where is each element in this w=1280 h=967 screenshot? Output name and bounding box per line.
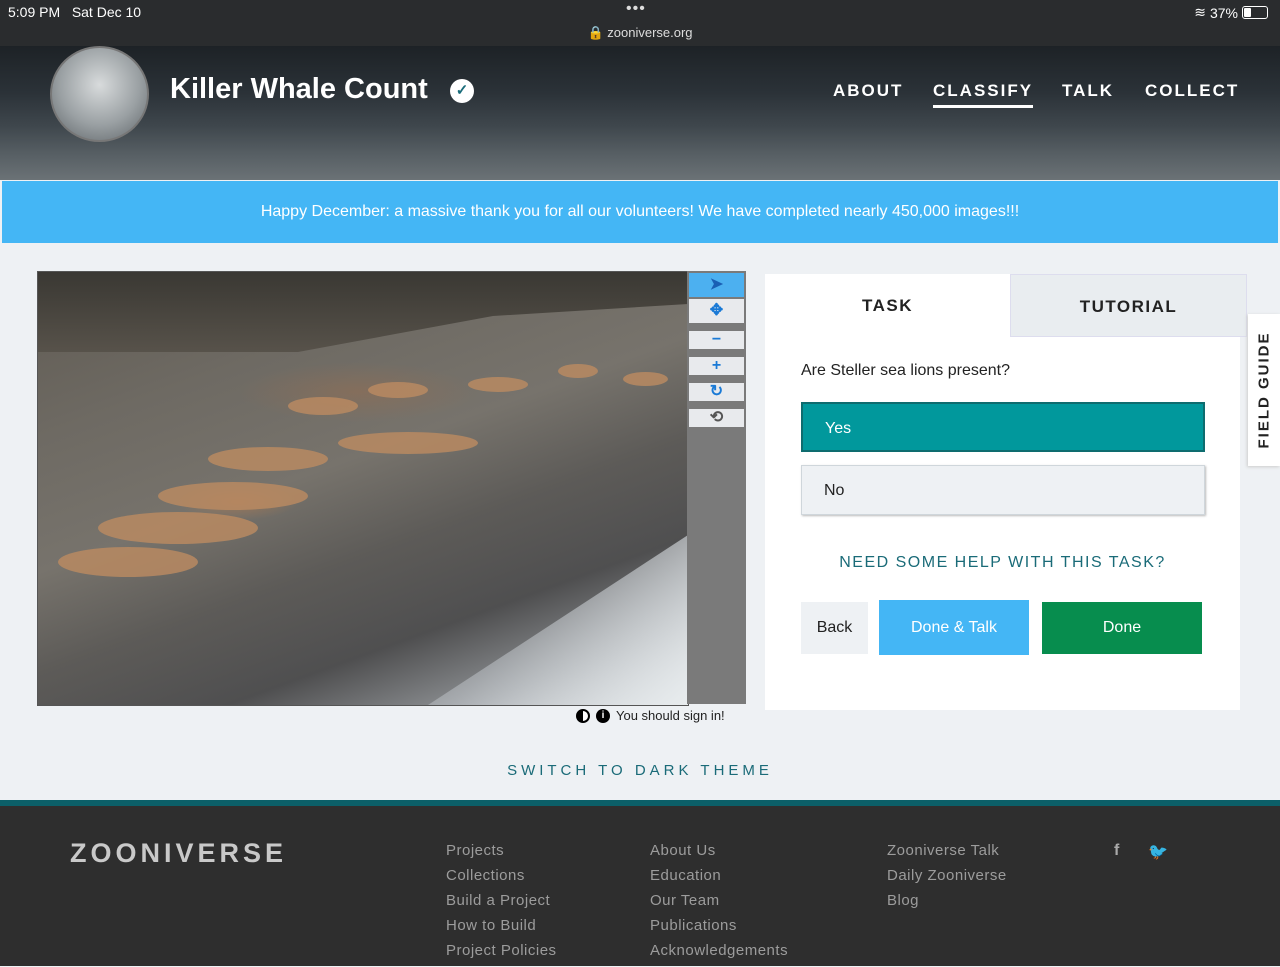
footer-column-2: About Us Education Our Team Publications… [650,842,788,967]
invert-contrast-icon[interactable] [576,708,590,723]
sea-lion [468,377,528,392]
rotate-icon[interactable]: ↻ [689,383,744,401]
footer-link[interactable]: How to Build [446,917,557,942]
battery-indicator: ≋ 37% [1194,4,1268,21]
signin-notice: i You should sign in! [576,708,725,723]
info-icon[interactable]: i [596,708,610,723]
footer-link[interactable]: Project Policies [446,942,557,967]
image-toolbar: ➤ ✥ − + ↻ ⟲ [687,271,746,704]
task-question: Are Steller sea lions present? [801,362,1010,379]
surf-region [428,535,688,705]
sea-lion [208,447,328,471]
field-guide-tab[interactable]: FIELD GUIDE [1248,314,1280,466]
site-footer: ZOONIVERSE Projects Collections Build a … [0,800,1280,966]
pointer-icon[interactable]: ➤ [689,273,744,297]
footer-link[interactable]: Acknowledgements [650,942,788,967]
back-button[interactable]: Back [801,602,868,654]
status-time: 5:09 PM Sat Dec 10 [8,4,142,20]
tab-tutorial[interactable]: TUTORIAL [1010,274,1247,337]
project-title[interactable]: Killer Whale Count [170,73,428,106]
footer-link[interactable]: Daily Zooniverse [887,867,1007,892]
sea-lion [623,372,668,386]
footer-column-3: Zooniverse Talk Daily Zooniverse Blog [887,842,1007,917]
address-bar[interactable]: 🔒 zooniverse.org [0,25,1280,41]
tab-task[interactable]: TASK [765,274,1010,337]
footer-column-1: Projects Collections Build a Project How… [446,842,557,967]
facebook-icon[interactable]: f [1114,842,1119,860]
footer-link[interactable]: Collections [446,867,557,892]
footer-link[interactable]: Build a Project [446,892,557,917]
footer-link[interactable]: Projects [446,842,557,867]
project-avatar[interactable] [50,46,149,142]
move-icon[interactable]: ✥ [689,299,744,323]
rocks-region [38,272,688,352]
answer-no[interactable]: No [801,465,1205,515]
nav-talk[interactable]: TALK [1062,81,1114,101]
reset-icon[interactable]: ⟲ [689,409,744,427]
wifi-icon: ≋ [1194,4,1206,20]
subject-image[interactable] [37,271,689,706]
sea-lion [368,382,428,398]
project-header: Killer Whale Count ✓ ABOUT CLASSIFY TALK… [0,46,1280,180]
footer-link[interactable]: Zooniverse Talk [887,842,1007,867]
sea-lion [158,482,308,510]
footer-link[interactable]: About Us [650,842,788,867]
footer-link[interactable]: Our Team [650,892,788,917]
announcement-banner: Happy December: a massive thank you for … [2,181,1278,243]
sea-lion [338,432,478,454]
footer-link[interactable]: Education [650,867,788,892]
footer-link[interactable]: Blog [887,892,1007,917]
task-panel: TASK TUTORIAL Are Steller sea lions pres… [765,274,1247,710]
done-button[interactable]: Done [1042,602,1202,654]
answer-yes[interactable]: Yes [801,402,1205,452]
more-dots-icon[interactable]: ••• [626,0,646,18]
ios-status-bar: 5:09 PM Sat Dec 10 ••• 🔒 zooniverse.org … [0,0,1280,46]
nav-about[interactable]: ABOUT [833,81,903,101]
zoom-in-icon[interactable]: + [689,357,744,375]
nav-collect[interactable]: COLLECT [1145,81,1239,101]
sea-lion [98,512,258,544]
done-talk-button[interactable]: Done & Talk [879,600,1029,655]
sea-lion [58,547,198,577]
help-link[interactable]: NEED SOME HELP WITH THIS TASK? [765,554,1240,572]
zoom-out-icon[interactable]: − [689,331,744,349]
verified-check-icon: ✓ [450,79,474,103]
nav-classify[interactable]: CLASSIFY [933,81,1034,108]
footer-link[interactable]: Publications [650,917,788,942]
battery-icon [1242,6,1268,19]
zooniverse-logo[interactable]: ZOONIVERSE [70,838,287,869]
twitter-icon[interactable]: 🐦 [1148,842,1168,862]
sea-lion [558,364,598,378]
sea-lion [288,397,358,415]
dark-theme-toggle[interactable]: SWITCH TO DARK THEME [0,762,1280,779]
